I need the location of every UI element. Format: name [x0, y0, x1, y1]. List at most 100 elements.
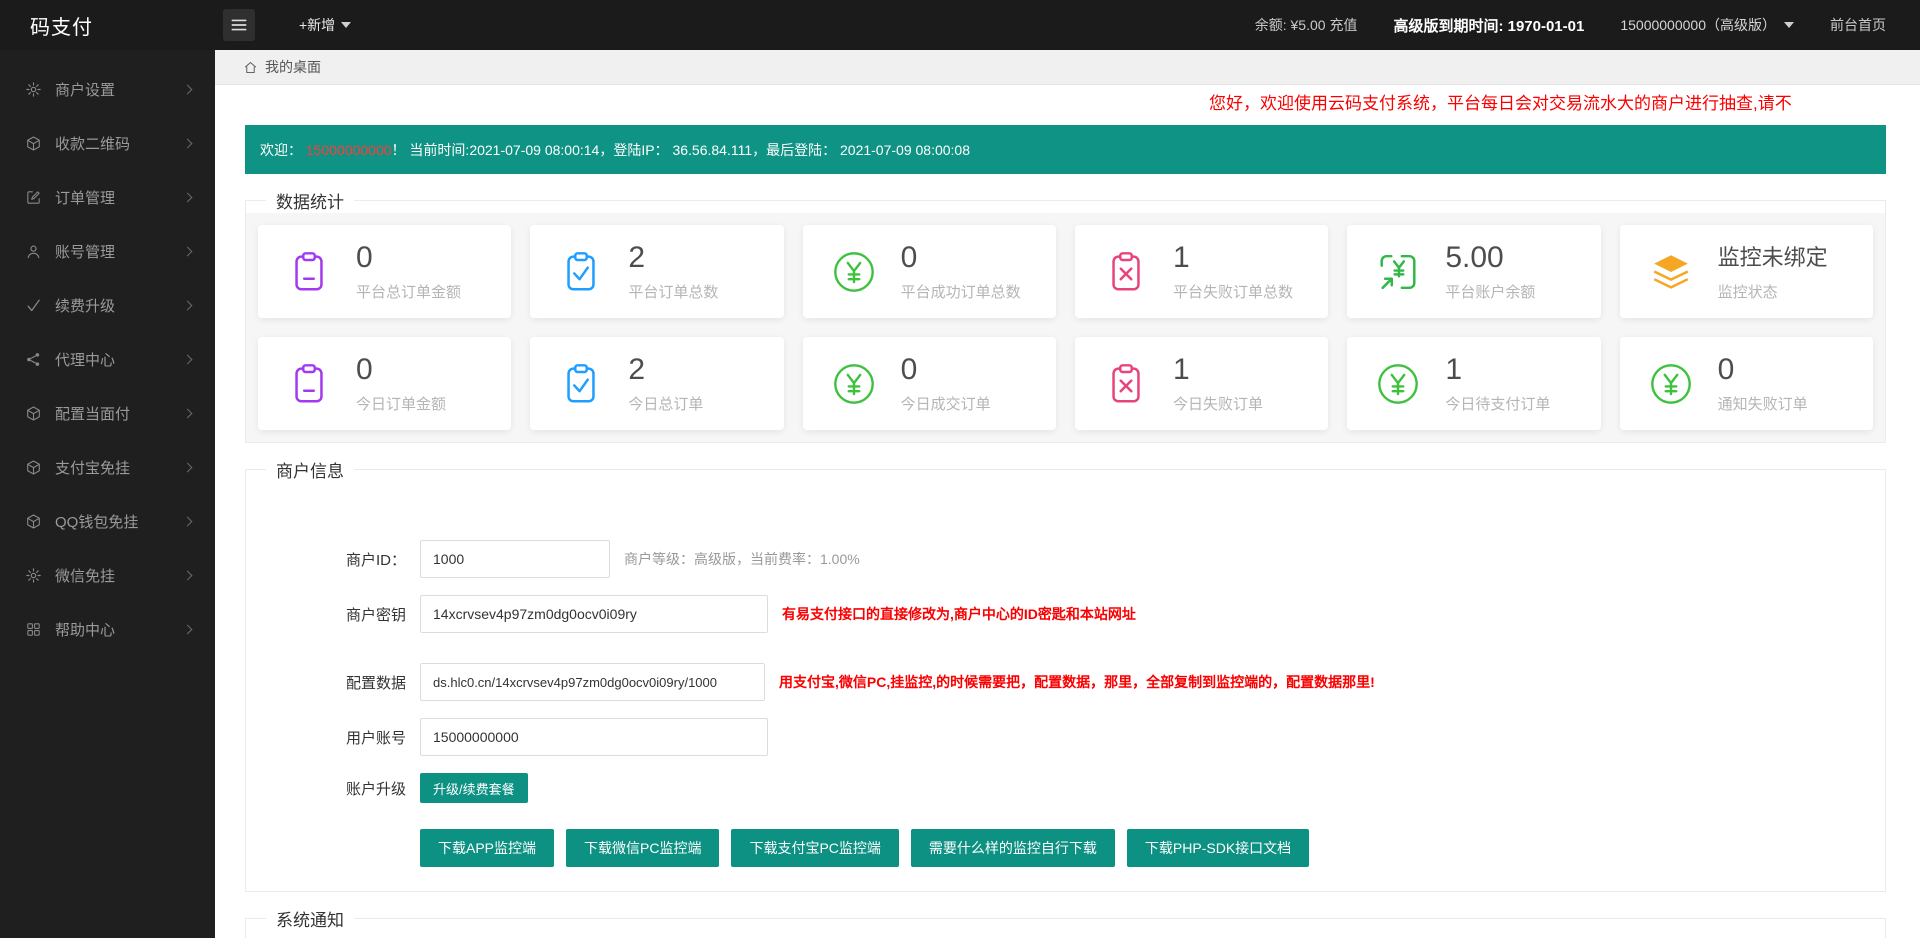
- sidebar-item-qq-wallet-free[interactable]: QQ钱包免挂: [0, 494, 215, 548]
- clipboard-x-icon: [1103, 361, 1149, 407]
- breadcrumb[interactable]: 我的桌面: [215, 50, 1920, 85]
- sidebar-item-face-pay[interactable]: 配置当面付: [0, 386, 215, 440]
- welcome-info: ！ 当前时间:2021-07-09 08:00:14，登陆IP： 36.56.8…: [391, 141, 970, 158]
- breadcrumb-current: 我的桌面: [265, 59, 321, 75]
- stat-card: 0 通知失败订单: [1619, 337, 1873, 430]
- chevron-right-icon: [182, 516, 193, 526]
- account-dropdown[interactable]: 15000000000（高级版）: [1620, 15, 1794, 35]
- config-data-field[interactable]: [420, 663, 765, 701]
- merchant-legend: 商户信息: [276, 462, 344, 481]
- sidebar: 商户设置 收款二维码 订单管理 账号管理 续费升级 代理中心 配置当面付 支付宝…: [0, 50, 215, 938]
- clipboard-icon: [286, 249, 332, 295]
- stat-card: 0 今日订单金额: [258, 337, 512, 430]
- welcome-account: 15000000000: [305, 141, 392, 158]
- merchant-key-hint: 有易支付接口的直接修改为,商户中心的ID密匙和本站网址: [782, 606, 1136, 622]
- download-alipay-pc-monitor-button[interactable]: 下载支付宝PC监控端: [731, 829, 899, 867]
- topbar: 码支付 +新增 余额: ¥5.00 充值 高级版到期时间: 1970-01-01…: [0, 0, 1920, 50]
- check-icon: [25, 297, 42, 314]
- system-notice-legend: 系统通知: [276, 911, 344, 930]
- balance-group: 余额: ¥5.00 充值: [1255, 15, 1358, 35]
- clipboard-x-icon: [1103, 249, 1149, 295]
- download-wechat-pc-monitor-button[interactable]: 下载微信PC监控端: [566, 829, 720, 867]
- home-icon: [243, 60, 258, 75]
- stat-card: 0 平台总订单金额: [258, 225, 512, 318]
- monitor-options-button[interactable]: 需要什么样的监控自行下载: [910, 829, 1115, 867]
- chevron-down-icon: [1784, 22, 1794, 28]
- clipboard-check-icon: [558, 361, 604, 407]
- config-data-hint: 用支付宝,微信PC,挂监控,的时候需要把，配置数据，那里，全部复制到监控端的，配…: [779, 674, 1375, 690]
- stat-card: 2 今日总订单: [530, 337, 784, 430]
- clipboard-check-icon: [558, 249, 604, 295]
- sidebar-item-orders[interactable]: 订单管理: [0, 170, 215, 224]
- welcome-prefix: 欢迎：: [260, 141, 306, 158]
- stat-card: 1 平台失败订单总数: [1074, 225, 1329, 318]
- stats-fieldset: 数据统计 0 平台总订单金额 2 平台订单总数 0 平台成功订单总数 1 平台失败订单总…: [245, 188, 1886, 443]
- share-icon: [25, 351, 42, 368]
- grid-icon: [25, 621, 42, 638]
- sidebar-item-renew-upgrade[interactable]: 续费升级: [0, 278, 215, 332]
- chevron-right-icon: [182, 408, 193, 418]
- front-home-link[interactable]: 前台首页: [1830, 15, 1886, 35]
- clipboard-icon: [286, 361, 332, 407]
- stat-card: 1 今日失败订单: [1074, 337, 1329, 430]
- stats-grid: 0 平台总订单金额 2 平台订单总数 0 平台成功订单总数 1 平台失败订单总数 5.0…: [246, 213, 1885, 442]
- merchant-fieldset: 商户信息 商户ID： 商户等级：高级版，当前费率：1.00% 商户密钥 有易支付…: [245, 457, 1886, 892]
- merchant-id-field[interactable]: [420, 540, 610, 578]
- merchant-id-label: 商户ID：: [345, 551, 406, 569]
- balance-text: 余额: ¥5.00: [1254, 17, 1326, 33]
- stat-card: 5.00 平台账户余额: [1347, 225, 1601, 318]
- merchant-key-field[interactable]: [420, 595, 768, 633]
- stat-card: 2 平台订单总数: [530, 225, 784, 318]
- gear-icon: [25, 81, 42, 98]
- sidebar-item-alipay-free[interactable]: 支付宝免挂: [0, 440, 215, 494]
- cube-icon: [25, 513, 42, 530]
- expire-date-text: 高级版到期时间: 1970-01-01: [1393, 17, 1585, 35]
- sidebar-item-qrcode[interactable]: 收款二维码: [0, 116, 215, 170]
- yen-circle-icon: [831, 361, 877, 407]
- account-upgrade-label: 账户升级: [345, 780, 406, 798]
- stat-card: 1 今日待支付订单: [1347, 337, 1601, 430]
- system-notice-fieldset: 系统通知 支持云手机挂监控,百度搜 爱云兔云手机 或者 红手指云手机 支持安卓 …: [245, 906, 1886, 938]
- stat-card: 监控未绑定 监控状态: [1619, 225, 1873, 318]
- chevron-right-icon: [182, 354, 193, 364]
- gear-icon: [25, 567, 42, 584]
- announcement-marquee: 您好，欢迎使用云码支付系统，平台每日会对交易流水大的商户进行抽查,请不: [1209, 94, 1792, 113]
- download-php-sdk-button[interactable]: 下载PHP-SDK接口文档: [1126, 829, 1310, 867]
- account-name: 15000000000（高级版）: [1620, 17, 1776, 33]
- chevron-down-icon: [341, 22, 352, 28]
- welcome-bar: 欢迎： 15000000000！ 当前时间:2021-07-09 08:00:1…: [245, 125, 1886, 174]
- yen-circle-icon: [1648, 361, 1694, 407]
- user-account-field[interactable]: [420, 718, 768, 756]
- topbar-right: 余额: ¥5.00 充值 高级版到期时间: 1970-01-01 1500000…: [1255, 15, 1920, 36]
- recharge-link[interactable]: 充值: [1329, 17, 1357, 33]
- stat-card: 0 平台成功订单总数: [802, 225, 1056, 318]
- upgrade-renew-button[interactable]: 升级/续费套餐: [420, 773, 528, 803]
- user-account-label: 用户账号: [345, 729, 406, 747]
- cube-icon: [25, 135, 42, 152]
- stat-card: 0 今日成交订单: [802, 337, 1056, 430]
- sidebar-collapse-button[interactable]: [223, 9, 255, 41]
- add-new-dropdown[interactable]: +新增: [299, 15, 352, 35]
- chevron-right-icon: [182, 84, 193, 94]
- sidebar-item-accounts[interactable]: 账号管理: [0, 224, 215, 278]
- chevron-right-icon: [182, 570, 193, 580]
- main-area: 我的桌面 您好，欢迎使用云码支付系统，平台每日会对交易流水大的商户进行抽查,请不…: [215, 50, 1920, 938]
- sidebar-item-agent-center[interactable]: 代理中心: [0, 332, 215, 386]
- app-logo: 码支付: [30, 16, 93, 39]
- chevron-right-icon: [182, 192, 193, 202]
- chevron-right-icon: [182, 300, 193, 310]
- cube-icon: [25, 459, 42, 476]
- sidebar-item-wechat-free[interactable]: 微信免挂: [0, 548, 215, 602]
- stats-legend: 数据统计: [276, 193, 344, 212]
- layers-icon: [1648, 249, 1694, 295]
- chevron-right-icon: [182, 624, 193, 634]
- user-icon: [25, 243, 42, 260]
- config-data-label: 配置数据: [345, 674, 406, 692]
- merchant-key-label: 商户密钥: [345, 606, 406, 624]
- sidebar-item-help-center[interactable]: 帮助中心: [0, 602, 215, 656]
- hamburger-icon: [229, 15, 249, 35]
- money-receive-icon: [1375, 249, 1421, 295]
- sidebar-item-merchant-settings[interactable]: 商户设置: [0, 62, 215, 116]
- download-app-monitor-button[interactable]: 下载APP监控端: [420, 829, 555, 867]
- edit-icon: [25, 189, 42, 206]
